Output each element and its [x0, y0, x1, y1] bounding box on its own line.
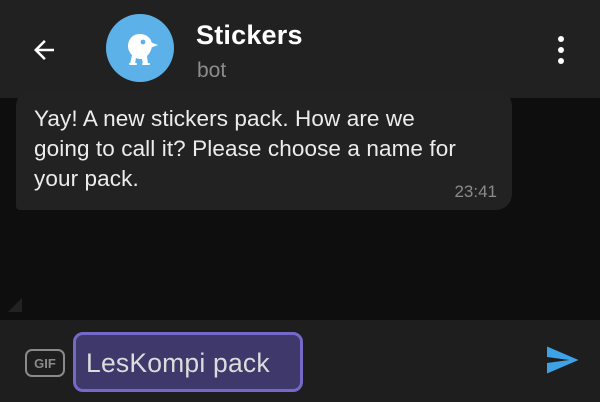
- more-vertical-icon-dot: [558, 47, 564, 53]
- chat-subtitle: bot: [197, 59, 227, 82]
- chat-title: Stickers: [196, 20, 303, 50]
- send-icon: [547, 346, 579, 374]
- more-menu-button[interactable]: [546, 30, 576, 70]
- message-bubble[interactable]: Yay! A new stickers pack. How are we goi…: [16, 90, 512, 210]
- arrow-left-icon: [34, 40, 54, 60]
- gif-button[interactable]: GIF: [25, 349, 65, 377]
- bot-avatar[interactable]: [106, 14, 174, 82]
- message-text: Yay! A new stickers pack. How are we goi…: [34, 106, 456, 191]
- send-button[interactable]: [540, 338, 584, 382]
- duck-icon: [128, 34, 158, 65]
- more-vertical-icon-dot: [558, 58, 564, 64]
- chat-screen: Stickers bot Yay! A new stickers pack. H…: [0, 0, 600, 402]
- chat-header: Stickers bot: [0, 0, 600, 98]
- more-vertical-icon: [558, 36, 564, 42]
- message-input[interactable]: [86, 343, 301, 383]
- back-button[interactable]: [24, 30, 64, 70]
- message-time: 23:41: [454, 182, 497, 201]
